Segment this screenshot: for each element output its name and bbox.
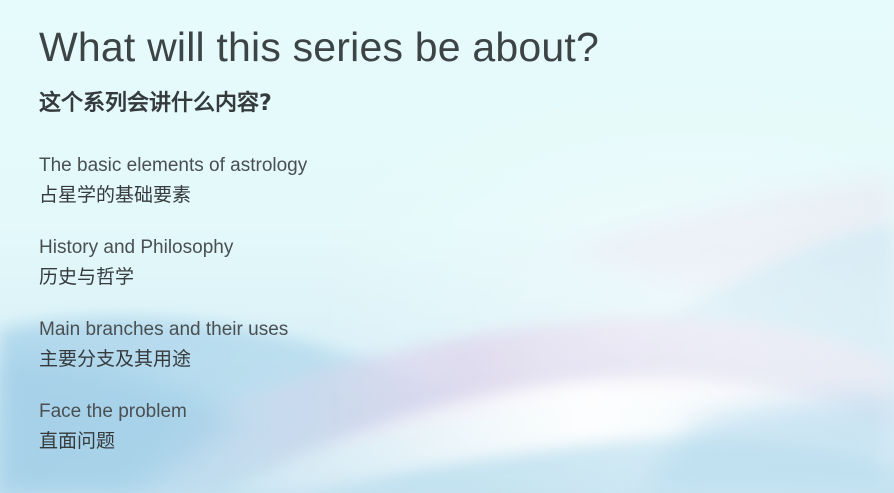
list-item-chinese: 占星学的基础要素 (39, 184, 192, 206)
slide: What will this series be about? 这个系列会讲什么… (0, 0, 894, 493)
list-item-chinese: 历史与哲学 (39, 266, 135, 288)
list-item: History and Philosophy 历史与哲学 (39, 236, 539, 291)
list-item-english: History and Philosophy (39, 237, 234, 258)
list-item-chinese: 主要分支及其用途 (39, 348, 192, 370)
slide-title: What will this series be about? (39, 24, 599, 70)
list-item-english: The basic elements of astrology (39, 155, 308, 176)
list-item: Main branches and their uses 主要分支及其用途 (39, 318, 539, 373)
list-item: Face the problem 直面问题 (39, 400, 539, 455)
list-item: The basic elements of astrology 占星学的基础要素 (39, 154, 539, 209)
list-item-english: Face the problem (39, 401, 187, 422)
list-item-english: Main branches and their uses (39, 319, 289, 340)
list-item-chinese: 直面问题 (39, 430, 116, 452)
slide-subtitle: 这个系列会讲什么内容? (39, 91, 272, 116)
